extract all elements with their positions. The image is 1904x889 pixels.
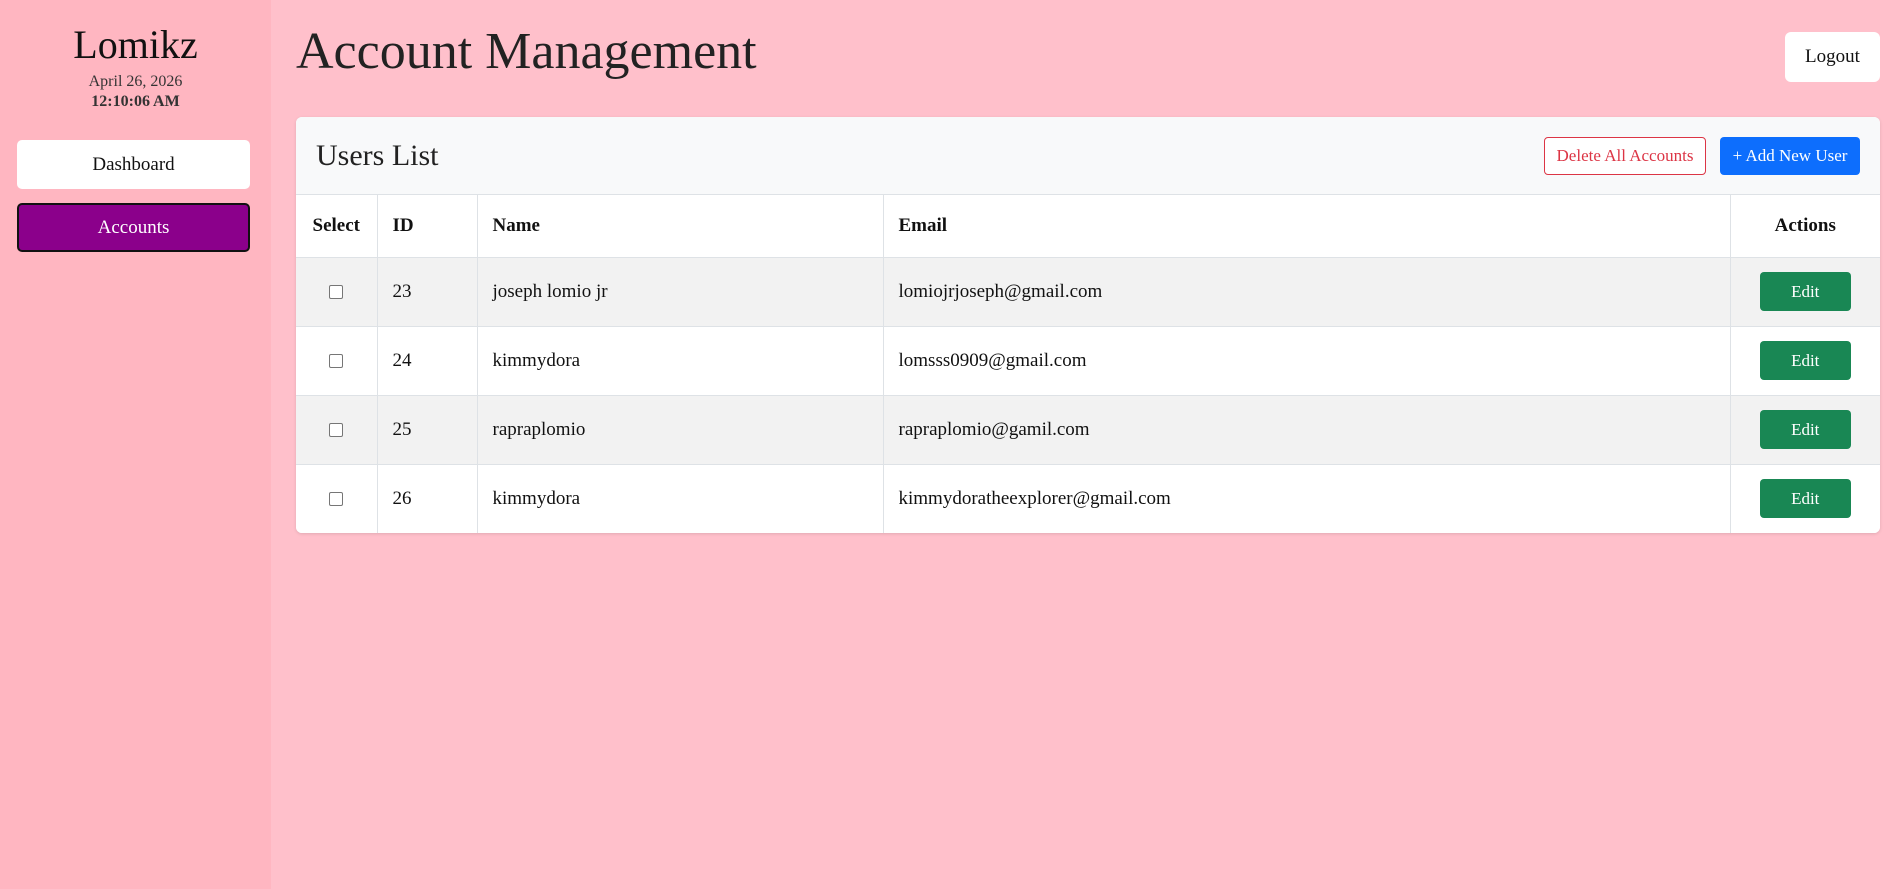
name-cell: kimmydora xyxy=(477,464,884,533)
name-cell: joseph lomio jr xyxy=(477,257,884,327)
actions-cell: Edit xyxy=(1730,464,1880,533)
table-row: 26 kimmydora kimmydoratheexplorer@gmail.… xyxy=(296,464,1880,533)
table-row: 25 rapraplomio rapraplomio@gamil.com Edi… xyxy=(296,395,1880,465)
row-select-checkbox[interactable] xyxy=(329,354,344,369)
id-cell: 23 xyxy=(377,257,478,327)
column-header-email: Email xyxy=(883,195,1731,258)
edit-button[interactable]: Edit xyxy=(1759,410,1851,449)
select-cell xyxy=(296,395,378,465)
edit-button[interactable]: Edit xyxy=(1759,479,1851,519)
brand-title: Lomikz xyxy=(73,22,198,67)
users-list-title: Users List xyxy=(316,139,439,172)
table-row: 24 kimmydora lomsss0909@gmail.com Edit xyxy=(296,326,1880,396)
users-table: Select ID Name Email Actions 23 joseph l… xyxy=(296,195,1880,533)
add-new-user-button[interactable]: + Add New User xyxy=(1720,137,1860,175)
current-time: 12:10:06 AM xyxy=(91,93,180,110)
main-content: Account Management Logout Users List Del… xyxy=(296,0,1880,533)
current-date: April 26, 2026 xyxy=(88,73,183,90)
name-cell: kimmydora xyxy=(477,326,884,396)
column-header-select: Select xyxy=(296,195,378,258)
row-select-checkbox[interactable] xyxy=(329,423,344,438)
sidebar-item-accounts[interactable]: Accounts xyxy=(17,203,250,252)
users-card-header: Users List Delete All Accounts + Add New… xyxy=(296,117,1880,195)
sidebar-item-dashboard[interactable]: Dashboard xyxy=(17,140,250,189)
actions-cell: Edit xyxy=(1730,326,1880,396)
id-cell: 24 xyxy=(377,326,478,396)
sidebar: Lomikz April 26, 2026 12:10:06 AM Dashbo… xyxy=(0,0,271,889)
id-cell: 25 xyxy=(377,395,478,465)
actions-cell: Edit xyxy=(1730,395,1880,465)
row-select-checkbox[interactable] xyxy=(329,492,344,507)
select-cell xyxy=(296,464,378,533)
actions-cell: Edit xyxy=(1730,257,1880,327)
email-cell: lomsss0909@gmail.com xyxy=(883,326,1731,396)
table-header-row: Select ID Name Email Actions xyxy=(296,195,1880,258)
column-header-name: Name xyxy=(477,195,884,258)
email-cell: kimmydoratheexplorer@gmail.com xyxy=(883,464,1731,533)
email-cell: rapraplomio@gamil.com xyxy=(883,395,1731,465)
column-header-actions: Actions xyxy=(1730,195,1880,258)
column-header-id: ID xyxy=(377,195,478,258)
select-cell xyxy=(296,257,378,327)
edit-button[interactable]: Edit xyxy=(1759,272,1851,311)
name-cell: rapraplomio xyxy=(477,395,884,465)
email-cell: lomiojrjoseph@gmail.com xyxy=(883,257,1731,327)
sidebar-nav: Dashboard Accounts xyxy=(0,140,271,252)
page-title: Account Management xyxy=(296,23,757,80)
delete-all-accounts-button[interactable]: Delete All Accounts xyxy=(1544,137,1706,175)
edit-button[interactable]: Edit xyxy=(1759,341,1851,380)
table-row: 23 joseph lomio jr lomiojrjoseph@gmail.c… xyxy=(296,257,1880,327)
logout-button[interactable]: Logout xyxy=(1785,32,1880,82)
row-select-checkbox[interactable] xyxy=(329,285,344,300)
users-card: Users List Delete All Accounts + Add New… xyxy=(296,117,1880,533)
id-cell: 26 xyxy=(377,464,478,533)
select-cell xyxy=(296,326,378,396)
